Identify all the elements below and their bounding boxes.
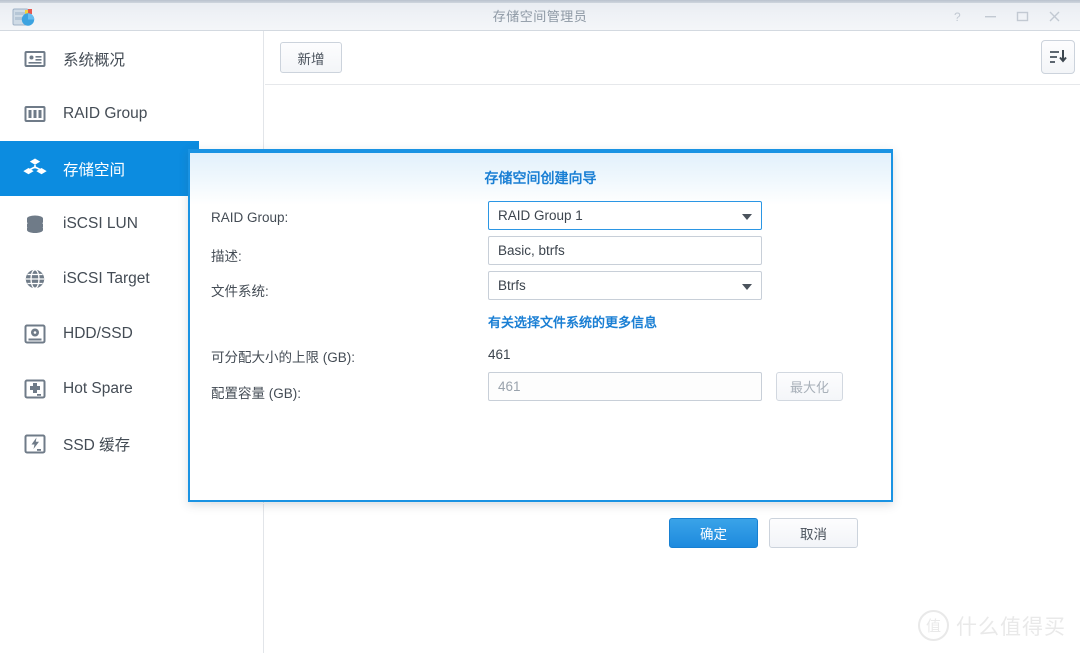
- dialog-title: 存储空间创建向导: [484, 170, 597, 186]
- max-allocatable-row: 可分配大小的上限 (GB):: [211, 346, 355, 366]
- add-button[interactable]: 新增: [280, 42, 342, 73]
- description-input[interactable]: Basic, btrfs: [488, 236, 762, 265]
- close-icon[interactable]: [1038, 5, 1070, 27]
- description-value: Basic, btrfs: [498, 243, 565, 258]
- sidebar-item-label: Hot Spare: [63, 379, 133, 397]
- max-allocatable-label: 可分配大小的上限 (GB):: [211, 350, 355, 365]
- overview-card-icon: [22, 46, 48, 72]
- hard-disk-icon: [22, 321, 48, 347]
- allocated-capacity-input[interactable]: 461: [488, 372, 762, 401]
- description-label: 描述:: [211, 249, 242, 264]
- sidebar-item-system-overview[interactable]: 系统概况: [0, 31, 263, 86]
- globe-icon: [22, 266, 48, 292]
- storage-volume-icon: [22, 156, 48, 182]
- raid-group-value: RAID Group 1: [498, 208, 583, 223]
- sort-descending-icon[interactable]: [1041, 40, 1075, 74]
- max-allocatable-value: 461: [488, 347, 511, 362]
- svg-text:?: ?: [954, 10, 961, 23]
- raid-group-icon: [22, 101, 48, 127]
- window-controls: ?: [942, 5, 1070, 27]
- dialog-divider: [211, 503, 870, 504]
- sidebar-item-label: 系统概况: [63, 51, 126, 69]
- raid-group-select[interactable]: RAID Group 1: [488, 201, 762, 230]
- file-system-more-info-link[interactable]: 有关选择文件系统的更多信息: [488, 312, 657, 332]
- sidebar-item-storage-space[interactable]: 存储空间: [0, 141, 199, 196]
- raid-group-label: RAID Group:: [211, 210, 289, 225]
- allocated-capacity-row: 配置容量 (GB):: [211, 382, 301, 402]
- cancel-button[interactable]: 取消: [769, 518, 858, 548]
- window-title: 存储空间管理员: [492, 9, 588, 24]
- watermark: 值 什么值得买: [918, 610, 1066, 641]
- file-system-row: 文件系统:: [211, 280, 269, 300]
- maximize-icon[interactable]: [1006, 5, 1038, 27]
- sidebar-item-label: 存储空间: [63, 161, 126, 179]
- dialog-header: 存储空间创建向导: [190, 153, 891, 205]
- confirm-button[interactable]: 确定: [669, 518, 758, 548]
- disk-plus-icon: [22, 376, 48, 402]
- file-system-select[interactable]: Btrfs: [488, 271, 762, 300]
- chevron-down-icon: [742, 213, 752, 220]
- sidebar-item-label: iSCSI Target: [63, 269, 150, 287]
- title-bar: 存储空间管理员 ?: [0, 0, 1080, 31]
- toolbar: 新增: [265, 31, 1080, 85]
- sidebar-item-raid-group[interactable]: RAID Group: [0, 86, 263, 141]
- sidebar-item-label: RAID Group: [63, 104, 148, 122]
- description-row: 描述:: [211, 245, 242, 265]
- file-system-value: Btrfs: [498, 278, 526, 293]
- watermark-text: 什么值得买: [956, 615, 1066, 639]
- sidebar-item-label: SSD 缓存: [63, 436, 131, 454]
- watermark-mark: 值: [918, 610, 949, 641]
- disk-lightning-icon: [22, 431, 48, 457]
- allocated-capacity-label: 配置容量 (GB):: [211, 386, 301, 401]
- allocated-capacity-value: 461: [498, 379, 521, 394]
- storage-manager-window: 存储空间管理员 ? 系统概况 RAID Group 存储空间 iSCSI LUN…: [0, 0, 1080, 653]
- raid-group-row: RAID Group:: [211, 210, 288, 225]
- database-stack-icon: [22, 211, 48, 237]
- create-volume-wizard-dialog: 存储空间创建向导 RAID Group: RAID Group 1 描述: Ba…: [188, 149, 893, 548]
- file-system-label: 文件系统:: [211, 284, 269, 299]
- help-icon[interactable]: ?: [942, 5, 974, 27]
- maximize-button[interactable]: 最大化: [776, 372, 843, 401]
- sidebar-item-label: HDD/SSD: [63, 324, 133, 342]
- minimize-icon[interactable]: [974, 5, 1006, 27]
- chevron-down-icon: [742, 283, 752, 290]
- sidebar-item-label: iSCSI LUN: [63, 214, 138, 232]
